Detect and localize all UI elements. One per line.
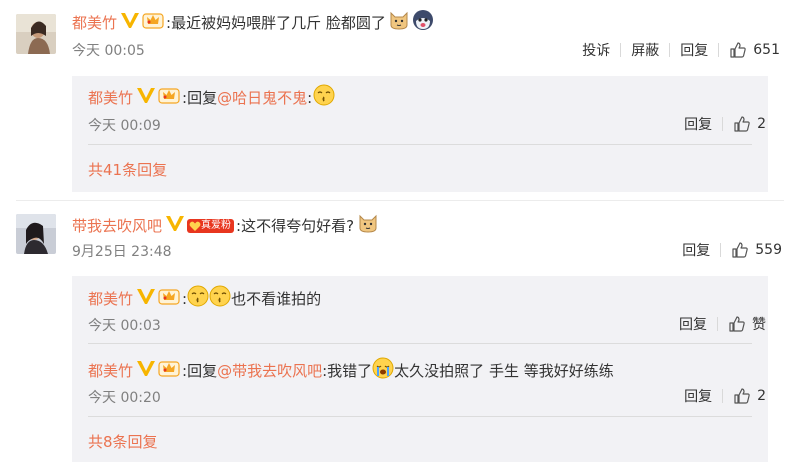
comment-text: :这不得夸句好看? xyxy=(236,217,355,235)
cat-emoji-icon xyxy=(388,9,410,37)
reply-text-2: 太久没拍照了 手生 等我好好练练 xyxy=(394,362,614,380)
like-count: 2 xyxy=(757,116,766,132)
reply-prefix: 回复 xyxy=(187,362,218,380)
crown-badge-icon xyxy=(158,287,180,311)
thumbs-up-icon xyxy=(733,387,751,405)
cry-emoji-icon xyxy=(372,357,394,385)
fan-badge: 真爱粉 xyxy=(187,219,235,233)
like-count: 2 xyxy=(757,388,766,404)
divider-line xyxy=(88,416,752,417)
block-button[interactable]: 屏蔽 xyxy=(631,40,659,60)
reply-time: 今天 00:03 xyxy=(88,318,161,334)
mention-link[interactable]: @哈日鬼不鬼 xyxy=(217,87,307,109)
report-button[interactable]: 投诉 xyxy=(582,40,610,60)
reply-text: 也不看谁拍的 xyxy=(231,290,322,308)
cat-emoji-icon xyxy=(357,212,379,240)
reply-line: 都美竹 : 也不看谁拍的 xyxy=(88,285,321,313)
reply-button[interactable]: 回复 xyxy=(682,240,710,260)
like-count: 651 xyxy=(753,42,780,58)
reply-line: 都美竹 : 回复 @哈日鬼不鬼 : xyxy=(88,84,335,112)
avatar[interactable] xyxy=(16,14,56,54)
like-count: 559 xyxy=(755,242,782,258)
verified-v-icon xyxy=(136,287,156,311)
verified-v-icon xyxy=(165,214,185,238)
reply-button[interactable]: 回复 xyxy=(684,386,712,406)
reply-time: 今天 00:20 xyxy=(88,390,161,406)
comment-time: 9月25日 23:48 xyxy=(72,244,172,260)
divider xyxy=(718,43,720,57)
reply-username[interactable]: 都美竹 xyxy=(88,288,133,310)
divider xyxy=(720,243,722,257)
divider-line xyxy=(88,343,752,344)
like-button[interactable]: 2 xyxy=(733,115,766,133)
fan-badge-label: 真爱粉 xyxy=(201,220,232,231)
divider xyxy=(620,43,622,57)
reply-prefix: 回复 xyxy=(187,89,218,107)
thumbs-up-icon xyxy=(733,115,751,133)
comment-text: 最近被妈妈喂胖了几斤 脸都圆了 xyxy=(171,14,386,32)
comment-separator xyxy=(16,200,784,201)
kiss-emoji-icon xyxy=(313,84,335,112)
comment-username[interactable]: 都美竹 xyxy=(72,12,117,34)
more-replies-link[interactable]: 共8条回复 xyxy=(88,431,158,453)
more-replies-link[interactable]: 共41条回复 xyxy=(88,159,167,181)
comment-actions: 投诉 屏蔽 回复 651 xyxy=(582,40,780,60)
verified-v-icon xyxy=(120,11,140,35)
reply-button[interactable]: 回复 xyxy=(684,114,712,134)
reply-line: 都美竹 : 回复 @带我去吹风吧 :我错了 太久没拍照了 手生 等我好好练练 xyxy=(88,357,614,385)
comment-line: 都美竹 : 最近被妈妈喂胖了几斤 脸都圆了 xyxy=(72,9,434,37)
comment-line: 带我去吹风吧 真爱粉 :这不得夸句好看? xyxy=(72,212,379,240)
verified-v-icon xyxy=(136,86,156,110)
crown-badge-icon xyxy=(142,11,164,35)
reply-username[interactable]: 都美竹 xyxy=(88,360,133,382)
reply-actions: 回复 2 xyxy=(684,386,766,406)
reply-actions: 回复 赞 xyxy=(679,314,766,334)
kiss-emoji-icon xyxy=(187,285,209,313)
reply-button[interactable]: 回复 xyxy=(679,314,707,334)
reply-text: :我错了 xyxy=(322,362,373,380)
comment-username[interactable]: 带我去吹风吧 xyxy=(72,215,162,237)
comment-time: 今天 00:05 xyxy=(72,43,145,59)
like-button[interactable]: 651 xyxy=(729,41,780,59)
reply-actions: 回复 2 xyxy=(684,114,766,134)
divider-line xyxy=(88,144,752,145)
kiss-emoji-icon xyxy=(209,285,231,313)
verified-v-icon xyxy=(136,359,156,383)
reply-username[interactable]: 都美竹 xyxy=(88,87,133,109)
divider xyxy=(717,317,718,331)
like-button[interactable]: 2 xyxy=(733,387,766,405)
like-label: 赞 xyxy=(752,317,766,333)
reply-button[interactable]: 回复 xyxy=(680,40,708,60)
avatar[interactable] xyxy=(16,214,56,254)
like-button[interactable]: 赞 xyxy=(728,314,766,334)
mention-link[interactable]: @带我去吹风吧 xyxy=(217,360,322,382)
thumbs-up-icon xyxy=(731,241,749,259)
heart-icon xyxy=(189,221,201,231)
divider xyxy=(722,117,724,131)
like-button[interactable]: 559 xyxy=(731,241,782,259)
comment-actions: 回复 559 xyxy=(682,240,782,260)
reply-time: 今天 00:09 xyxy=(88,118,161,134)
husky-emoji-icon xyxy=(412,9,434,37)
thumbs-up-icon xyxy=(728,315,746,333)
divider xyxy=(722,389,724,403)
crown-badge-icon xyxy=(158,359,180,383)
thumbs-up-icon xyxy=(729,41,747,59)
crown-badge-icon xyxy=(158,86,180,110)
divider xyxy=(669,43,671,57)
